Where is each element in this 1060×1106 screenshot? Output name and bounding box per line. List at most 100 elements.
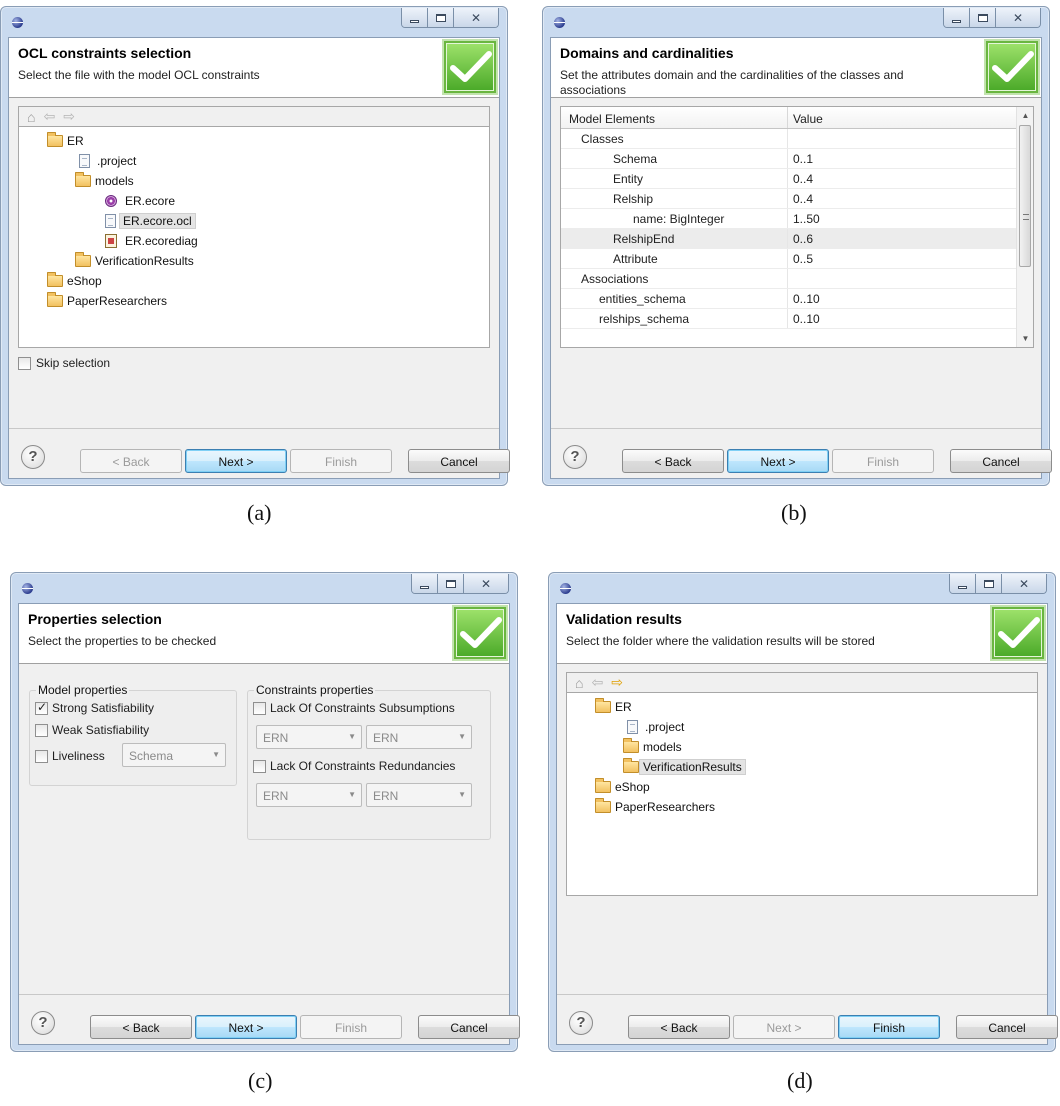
table-row[interactable]: name: BigInteger 1..50 [561,209,1016,229]
help-icon[interactable]: ? [563,445,587,469]
subsumption-constraint-select-1[interactable]: ERN ▼ [256,725,362,749]
scroll-up-icon[interactable]: ▲ [1017,107,1033,124]
back-button[interactable]: < Back [90,1015,192,1039]
maximize-button[interactable] [428,8,454,27]
close-button[interactable]: ✕ [1002,574,1046,593]
row-value[interactable]: 0..4 [793,172,813,186]
subsumptions-option[interactable]: Lack Of Constraints Subsumptions [253,701,455,715]
tree-item-er[interactable]: ER [47,131,88,151]
liveliness-class-select[interactable]: Schema ▼ [122,743,226,767]
liveliness-checkbox[interactable] [35,749,48,763]
close-button[interactable]: ✕ [464,574,508,593]
redundancies-checkbox[interactable] [253,759,266,773]
home-icon[interactable]: ⌂ [575,675,583,691]
minimize-button[interactable] [412,574,438,593]
vertical-scrollbar[interactable]: ▲ ▼ [1016,107,1033,347]
tree-item-paper-researchers[interactable]: PaperResearchers [595,797,719,817]
back-button[interactable]: < Back [628,1015,730,1039]
row-name: relships_schema [599,312,690,326]
minimize-icon [410,19,419,23]
minimize-button[interactable] [950,574,976,593]
tree-item-models[interactable]: models [75,171,138,191]
table-row[interactable]: entities_schema 0..10 [561,289,1016,309]
cancel-button[interactable]: Cancel [418,1015,520,1039]
strong-satisfiability-checkbox[interactable] [35,700,48,715]
skip-selection-checkbox[interactable] [18,356,31,370]
tree-item-project[interactable]: .project [77,151,140,171]
redundancy-constraint-select-1[interactable]: ERN ▼ [256,783,362,807]
row-value[interactable]: 0..10 [793,312,820,326]
close-button[interactable]: ✕ [996,8,1040,27]
row-value[interactable]: 0..5 [793,252,813,266]
back-button[interactable]: < Back [80,449,182,473]
table-row[interactable]: Entity 0..4 [561,169,1016,189]
strong-satisfiability-option[interactable]: Strong Satisfiability [35,700,154,715]
minimize-button[interactable] [402,8,428,27]
tree-item-project[interactable]: .project [625,717,688,737]
table-row[interactable]: Associations [561,269,1016,289]
maximize-button[interactable] [970,8,996,27]
subsumptions-checkbox[interactable] [253,701,266,715]
tree-item-verification-results[interactable]: VerificationResults [623,757,746,777]
back-arrow-icon[interactable]: ⇦ [591,674,603,691]
liveliness-option[interactable]: Liveliness [35,749,105,763]
table-row[interactable]: Attribute 0..5 [561,249,1016,269]
tree-item-er[interactable]: ER [595,697,636,717]
maximize-icon [435,13,446,22]
table-row[interactable]: Schema 0..1 [561,149,1016,169]
tree-item-er-ecorediag[interactable]: ER.ecorediag [103,231,202,251]
finish-button[interactable]: Finish [832,449,934,473]
home-icon[interactable]: ⌂ [27,109,35,125]
close-icon: ✕ [480,576,492,591]
forward-arrow-icon[interactable]: ⇨ [611,674,623,691]
tree-item-er-ecore-ocl[interactable]: ER.ecore.ocl [103,211,196,231]
next-button[interactable]: Next > [733,1015,835,1039]
table-row[interactable]: relships_schema 0..10 [561,309,1016,329]
tree-item-models[interactable]: models [623,737,686,757]
scroll-down-icon[interactable]: ▼ [1017,330,1033,347]
cancel-button[interactable]: Cancel [950,449,1052,473]
maximize-button[interactable] [976,574,1002,593]
tree-item-verification-results[interactable]: VerificationResults [75,251,198,271]
subsumption-constraint-select-2[interactable]: ERN ▼ [366,725,472,749]
figure-caption-a: (a) [247,500,272,525]
help-icon[interactable]: ? [31,1011,55,1035]
weak-satisfiability-checkbox[interactable] [35,723,48,737]
minimize-button[interactable] [944,8,970,27]
weak-satisfiability-option[interactable]: Weak Satisfiability [35,723,149,737]
tree-item-eshop[interactable]: eShop [595,777,654,797]
forward-arrow-icon[interactable]: ⇨ [63,108,75,125]
table-row[interactable]: RelshipEnd 0..6 [561,229,1016,249]
back-arrow-icon[interactable]: ⇦ [43,108,55,125]
help-icon[interactable]: ? [21,445,45,469]
tree-item-er-ecore[interactable]: ER.ecore [103,191,179,211]
row-value[interactable]: 1..50 [793,212,820,226]
finish-button[interactable]: Finish [300,1015,402,1039]
back-button[interactable]: < Back [622,449,724,473]
cancel-button[interactable]: Cancel [408,449,510,473]
table-row[interactable]: Relship 0..4 [561,189,1016,209]
finish-button[interactable]: Finish [290,449,392,473]
folder-open-icon [47,272,63,287]
cancel-button[interactable]: Cancel [956,1015,1058,1039]
tree-item-paper-researchers[interactable]: PaperResearchers [47,291,171,311]
redundancy-constraint-select-2[interactable]: ERN ▼ [366,783,472,807]
maximize-button[interactable] [438,574,464,593]
next-button[interactable]: Next > [195,1015,297,1039]
wizard-header: OCL constraints selection Select the fil… [9,38,499,98]
finish-button[interactable]: Finish [838,1015,940,1039]
table-row[interactable]: Classes [561,129,1016,149]
row-value[interactable]: 0..1 [793,152,813,166]
skip-selection-option[interactable]: Skip selection [18,356,110,370]
tree-item-eshop[interactable]: eShop [47,271,106,291]
close-button[interactable]: ✕ [454,8,498,27]
next-button[interactable]: Next > [727,449,829,473]
row-value[interactable]: 0..6 [793,232,813,246]
next-button[interactable]: Next > [185,449,287,473]
row-value[interactable]: 0..10 [793,292,820,306]
row-value[interactable]: 0..4 [793,192,813,206]
folder-open-icon [595,798,611,813]
scroll-thumb[interactable] [1019,125,1031,267]
help-icon[interactable]: ? [569,1011,593,1035]
redundancies-option[interactable]: Lack Of Constraints Redundancies [253,759,455,773]
